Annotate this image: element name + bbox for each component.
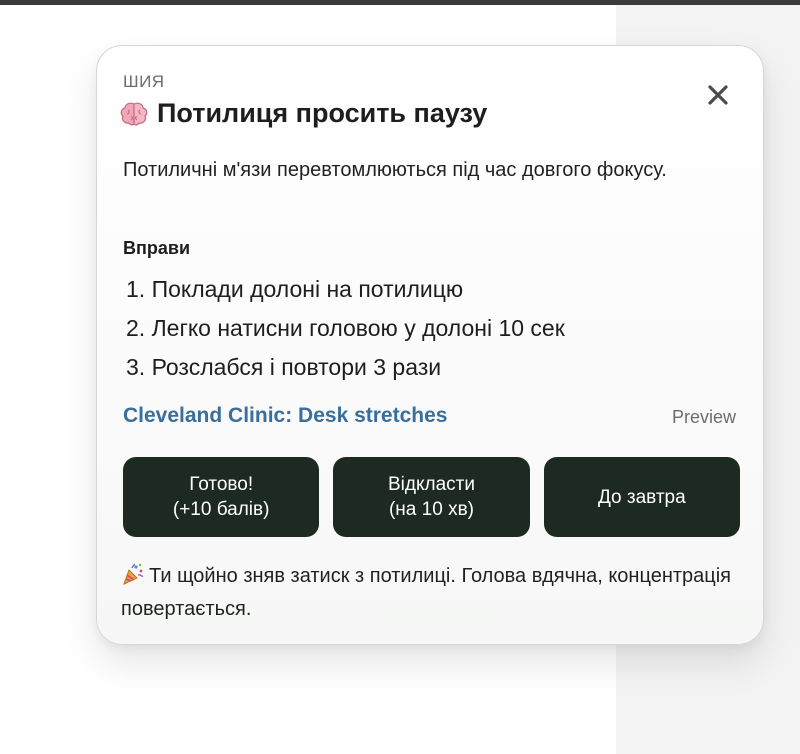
party-popper-icon	[121, 562, 145, 586]
category-label: ШИЯ	[123, 72, 165, 91]
done-button-points: (+10 балів)	[172, 499, 270, 520]
exercise-steps-list: 1. Поклади долоні на потилицю 2. Легко н…	[126, 270, 565, 387]
card-description: Потиличні м'язи перевтомлюються під час …	[123, 159, 667, 181]
brain-icon	[119, 101, 149, 127]
feedback-message: Ти щойно зняв затиск з потилиці. Голова …	[121, 560, 731, 626]
source-link[interactable]: Cleveland Clinic: Desk stretches	[123, 404, 447, 428]
exercises-heading: Вправи	[123, 238, 191, 258]
close-button[interactable]	[703, 82, 733, 112]
snooze-button-label: Відкласти	[388, 474, 475, 495]
action-buttons: Готово! (+10 балів) Відкласти (на 10 хв)…	[123, 457, 740, 537]
snooze-button-duration: (на 10 хв)	[388, 499, 474, 520]
tomorrow-button[interactable]: До завтра	[543, 457, 740, 537]
exercise-step: 3. Розслабся і повтори 3 рази	[126, 354, 442, 380]
preview-label: Preview	[672, 407, 737, 427]
done-button-label: Готово!	[189, 474, 254, 495]
snooze-button[interactable]: Відкласти (на 10 хв)	[333, 457, 530, 537]
exercise-step: 1. Поклади долоні на потилицю	[126, 276, 464, 302]
done-button[interactable]: Готово! (+10 балів)	[123, 457, 320, 537]
feedback-text: Ти щойно зняв затиск з потилиці. Голова …	[121, 565, 732, 620]
card-title: Потилиця просить паузу	[157, 98, 488, 128]
close-icon	[707, 84, 729, 111]
exercise-step: 2. Легко натисни головою у долоні 10 сек	[126, 315, 565, 341]
title-row: Потилиця просить паузу	[119, 98, 487, 129]
tomorrow-button-label: До завтра	[597, 486, 686, 508]
exercise-reminder-card: ШИЯ Потилиця просить паузу Потиличні м'я…	[96, 45, 764, 645]
